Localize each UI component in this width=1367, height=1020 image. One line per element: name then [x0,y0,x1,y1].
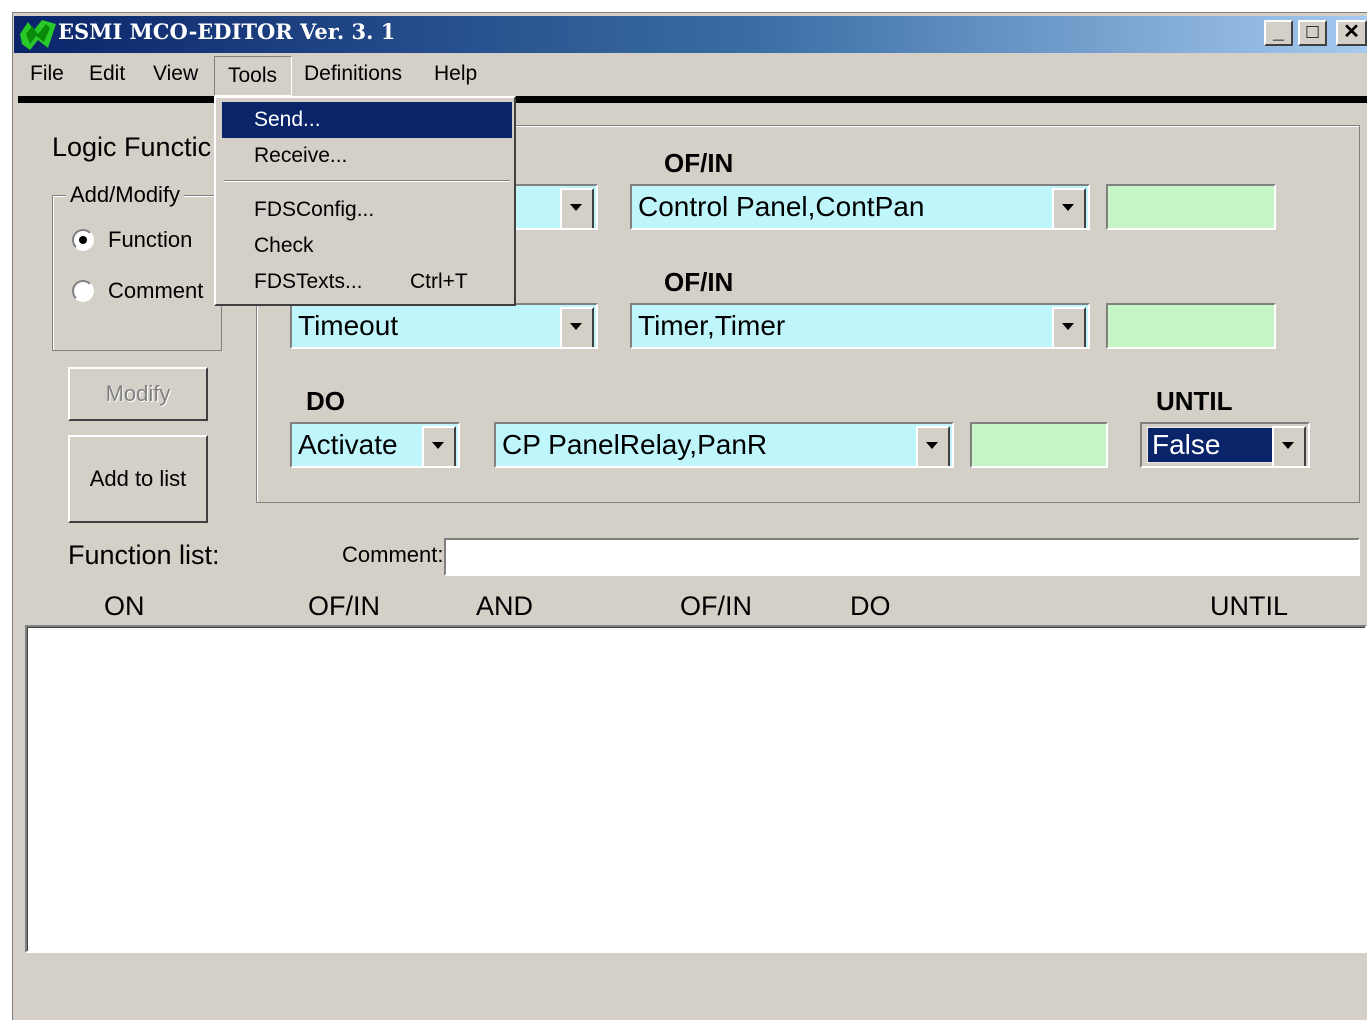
logic-function-heading: Logic Functic [52,132,212,162]
comment-label: Comment: [342,542,444,567]
minimize-button[interactable]: _ [1264,20,1293,46]
radio-comment-label: Comment [108,278,204,303]
ofin-label-row1: OF/IN [664,148,734,178]
menu-edit[interactable]: Edit [89,62,125,86]
do-target-value: CP PanelRelay,PanR [502,429,768,460]
chevron-down-icon[interactable] [1052,307,1086,347]
menu-file[interactable]: File [30,62,64,86]
app-logo-icon [20,20,56,50]
chevron-down-icon[interactable] [916,426,950,466]
id-field-row2[interactable] [1106,303,1276,349]
minimize-icon: _ [1272,21,1285,43]
chevron-down-icon[interactable] [560,188,594,228]
comment-input[interactable] [444,538,1360,576]
chevron-down-icon[interactable] [1052,188,1086,228]
menu-separator [224,180,510,182]
do-target-combo[interactable]: CP PanelRelay,PanR [494,422,954,468]
until-label: UNTIL [1156,386,1233,416]
menu-tools[interactable]: Tools [228,64,277,88]
radio-comment[interactable] [72,280,94,302]
function-list-box[interactable] [25,625,1367,953]
maximize-button[interactable]: □ [1298,20,1327,46]
do-label: DO [306,386,345,416]
ofin-label-row2: OF/IN [664,267,734,297]
column-header-until: UNTIL [1210,591,1289,621]
do-action-value: Activate [298,429,398,460]
add-modify-group [52,195,222,351]
id-field-row3[interactable] [970,422,1108,468]
window-title: ESMI MCO-EDITOR Ver. 3. 1 [58,19,396,44]
add-modify-label: Add/Modify [66,182,185,208]
do-action-combo[interactable]: Activate [290,422,460,468]
close-button[interactable]: ✕ [1336,20,1367,46]
modify-button[interactable]: Modify [68,367,208,421]
until-value: False [1147,427,1273,463]
column-header-ofin-2: OF/IN [680,591,752,621]
add-to-list-button[interactable]: Add to list [68,435,208,523]
ofin-combo-row1[interactable]: Control Panel,ContPan [630,184,1090,230]
tools-dropdown-menu: Send... Receive... FDSConfig... Check FD… [214,96,516,306]
on-combo-row2-value: Timeout [298,310,399,341]
close-icon: ✕ [1343,21,1360,43]
maximize-icon: □ [1306,21,1319,43]
menu-item-check[interactable]: Check [222,228,512,264]
menu-item-fdstexts[interactable]: FDSTexts... Ctrl+T [222,264,512,300]
menu-view[interactable]: View [153,62,198,86]
menu-help[interactable]: Help [434,62,477,86]
column-header-ofin-1: OF/IN [308,591,380,621]
menu-item-fdsconfig[interactable]: FDSConfig... [222,192,512,228]
ofin-combo-row2-value: Timer,Timer [638,310,786,341]
chevron-down-icon[interactable] [560,307,594,347]
until-combo[interactable]: False [1140,422,1310,468]
radio-function-label: Function [108,227,193,252]
column-header-do: DO [850,591,891,621]
chevron-down-icon[interactable] [422,426,456,466]
menu-definitions[interactable]: Definitions [304,62,402,86]
function-list-label: Function list: [68,540,220,570]
chevron-down-icon[interactable] [1272,426,1306,466]
ofin-combo-row2[interactable]: Timer,Timer [630,303,1090,349]
menu-item-send[interactable]: Send... [222,102,512,138]
id-field-row1[interactable] [1106,184,1276,230]
menu-item-fdstexts-shortcut: Ctrl+T [410,270,468,293]
ofin-combo-row1-value: Control Panel,ContPan [638,191,925,222]
menu-item-fdstexts-label: FDSTexts... [254,270,363,293]
radio-function[interactable] [72,229,94,251]
column-header-and: AND [476,591,534,621]
column-header-on: ON [104,591,145,621]
on-combo-row2[interactable]: Timeout [290,303,598,349]
menu-item-receive[interactable]: Receive... [222,138,512,174]
